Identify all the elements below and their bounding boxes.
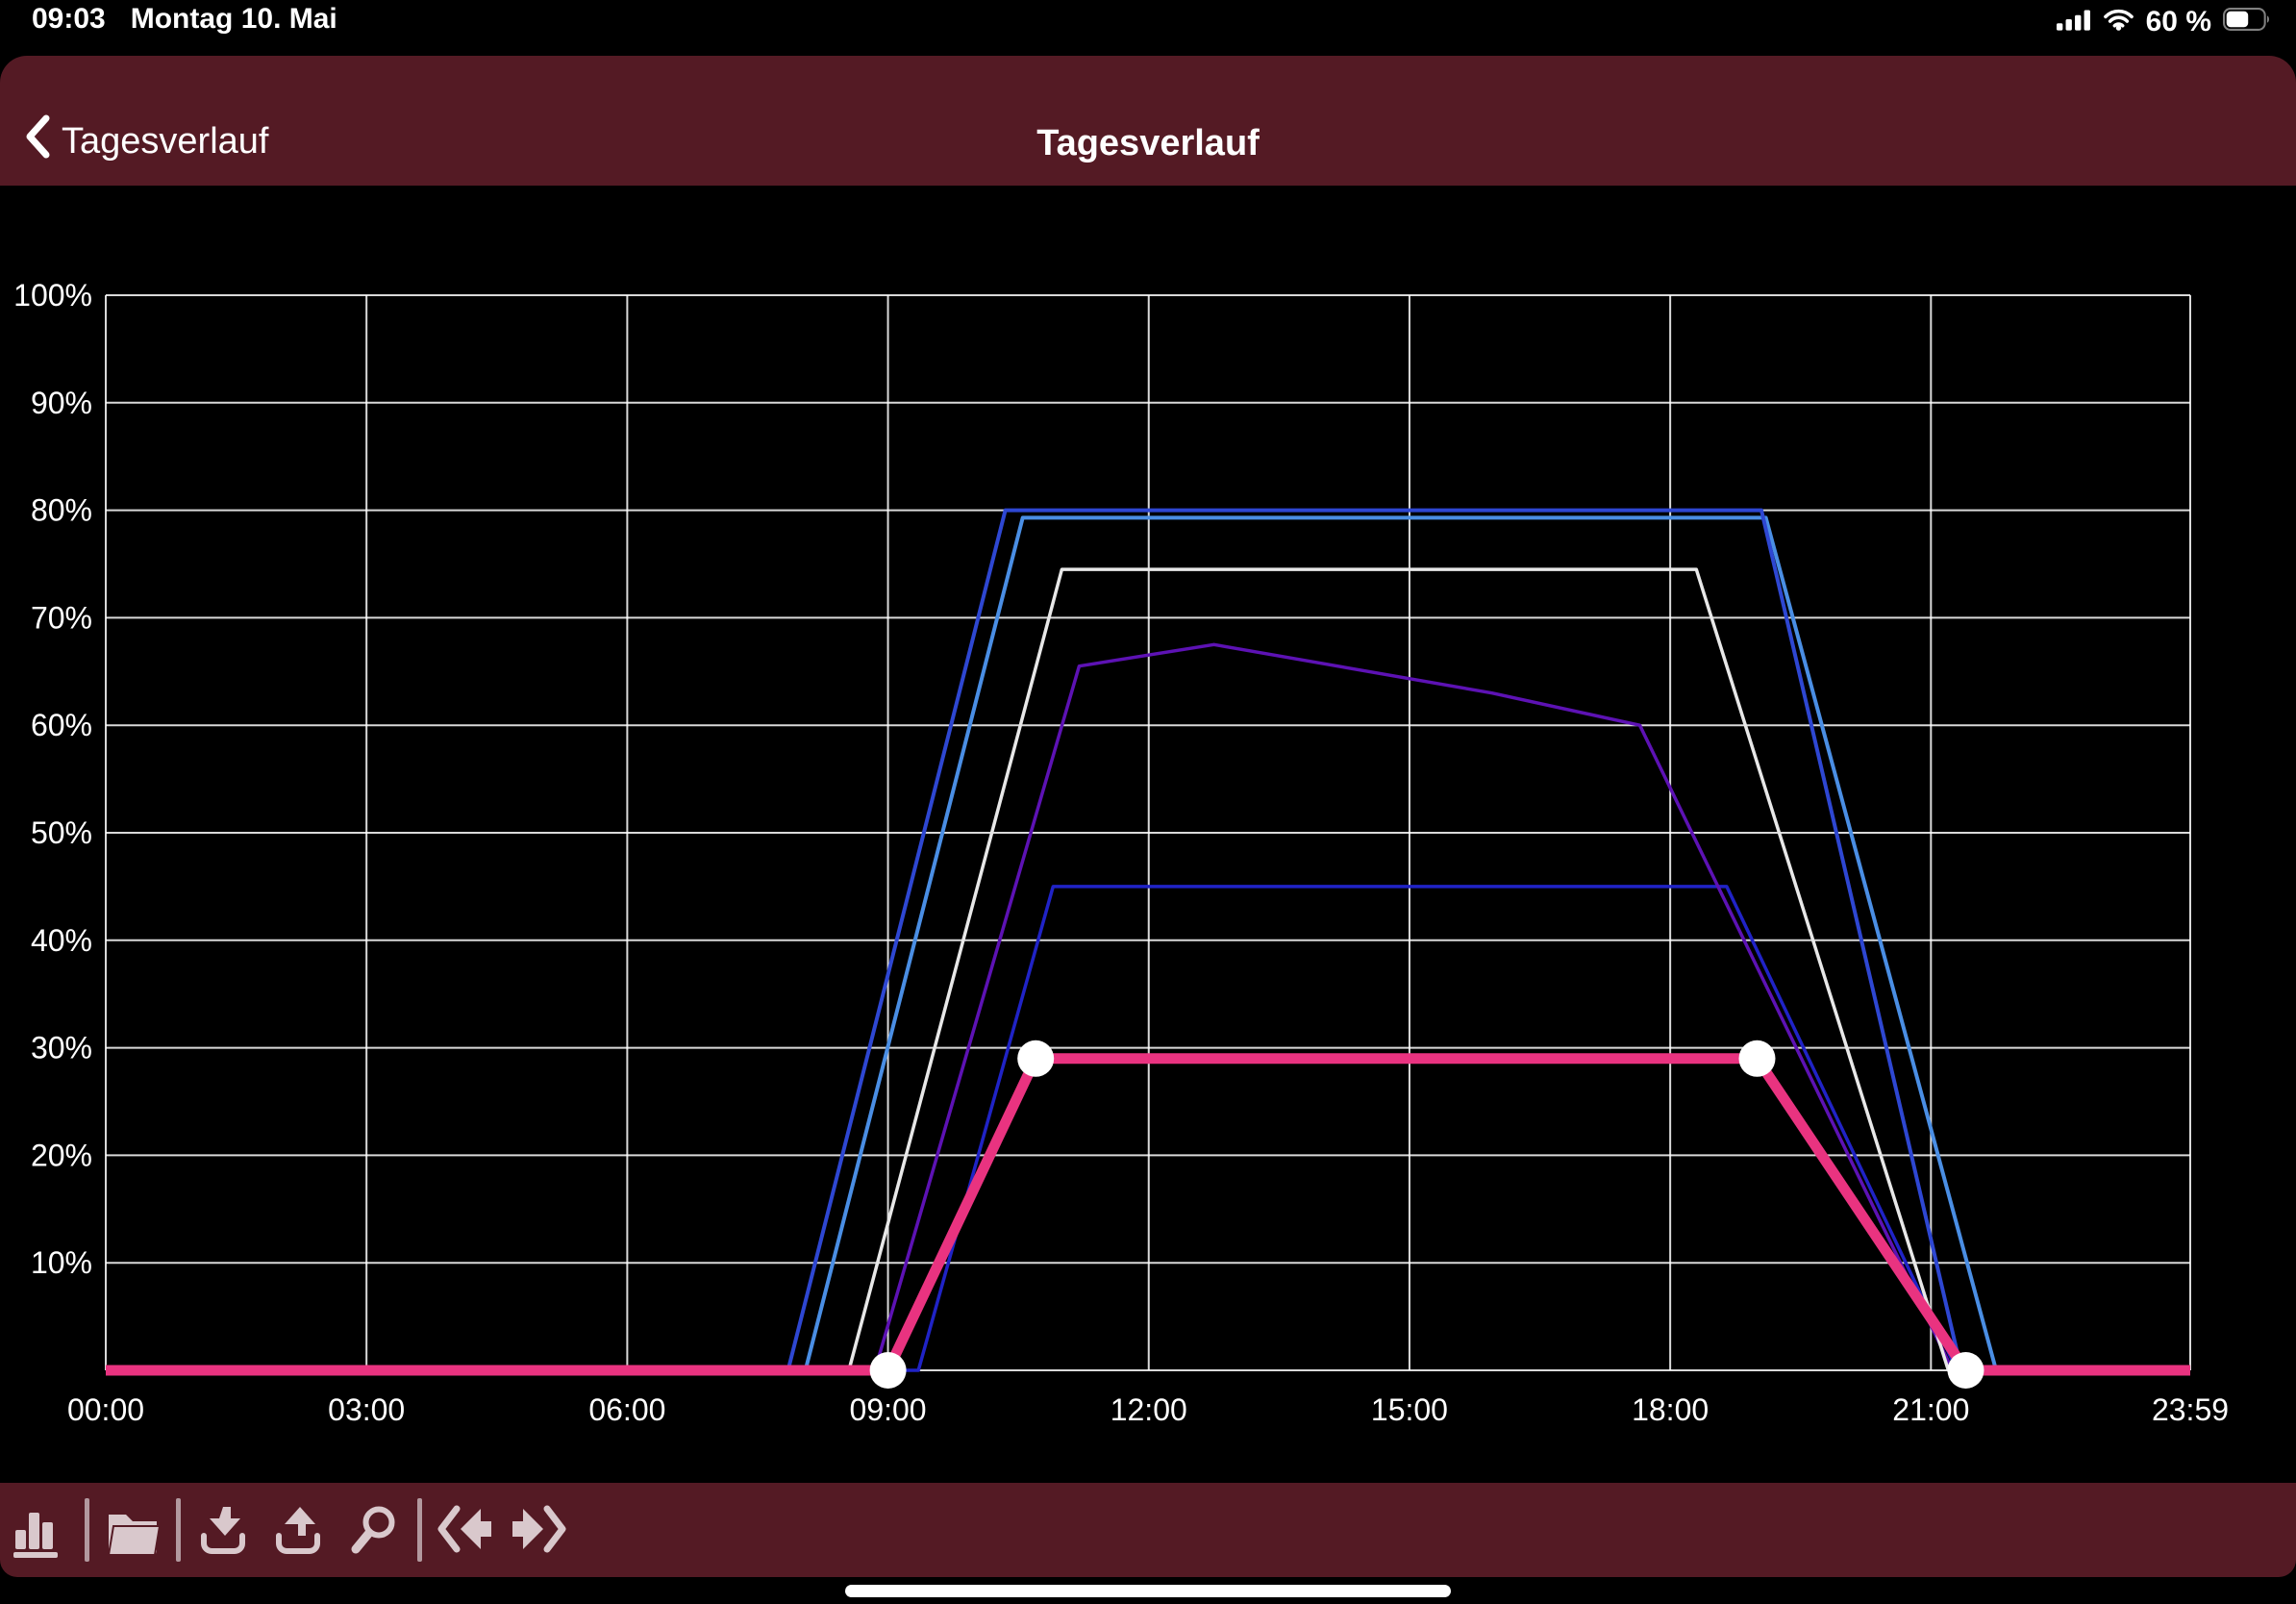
x-axis-label: 03:00: [328, 1392, 405, 1427]
x-axis-label: 00:00: [67, 1392, 144, 1427]
x-axis-label: 21:00: [1892, 1392, 1969, 1427]
back-label: Tagesverlauf: [62, 121, 268, 163]
series-selected-profile-marker[interactable]: [1739, 1040, 1776, 1077]
y-axis-label: 30%: [31, 1031, 92, 1065]
bottom-strip: [0, 1577, 2296, 1604]
zoom-icon: [346, 1501, 402, 1559]
step-forward-icon: [512, 1501, 568, 1559]
status-time: 09:03: [32, 3, 106, 36]
battery-percent: 60 %: [2146, 6, 2211, 38]
x-axis-label: 18:00: [1632, 1392, 1709, 1427]
back-chevron-icon: [25, 114, 50, 168]
step-back-button[interactable]: [428, 1490, 503, 1570]
day-profile-chart[interactable]: 100% 90% 80% 70% 60% 50% 40% 30% 20% 10% 00:00 03:0…: [0, 186, 2296, 1483]
zoom-button[interactable]: [337, 1490, 412, 1570]
series-selected-profile-marker[interactable]: [1017, 1040, 1054, 1077]
export-icon: [271, 1501, 327, 1559]
x-axis-label: 06:00: [588, 1392, 665, 1427]
y-axis-label: 70%: [31, 600, 92, 635]
battery-icon: [2223, 6, 2273, 38]
page-title: Tagesverlauf: [1036, 123, 1260, 164]
toolbar-separator: [417, 1498, 422, 1562]
x-axis-label: 23:59: [2152, 1392, 2229, 1427]
import-button[interactable]: [187, 1490, 262, 1570]
chart-area[interactable]: 100% 90% 80% 70% 60% 50% 40% 30% 20% 10% 00:00 03:0…: [0, 186, 2296, 1483]
x-axis-label: 12:00: [1111, 1392, 1187, 1427]
step-back-icon: [437, 1501, 493, 1559]
x-axis-label: 15:00: [1371, 1392, 1448, 1427]
chart-icon: [13, 1501, 69, 1559]
series-selected-profile-marker[interactable]: [870, 1352, 907, 1389]
chart-button[interactable]: [4, 1490, 79, 1570]
y-axis-label: 90%: [31, 386, 92, 420]
toolbar: [0, 1483, 2296, 1577]
y-axis-label: 10%: [31, 1245, 92, 1280]
status-bar: 09:03 Montag 10. Mai 60 %: [0, 0, 2296, 56]
y-axis-label: 60%: [31, 708, 92, 742]
folder-button[interactable]: [95, 1490, 170, 1570]
y-axis-label: 100%: [13, 278, 92, 313]
toolbar-separator: [85, 1498, 89, 1562]
back-button[interactable]: Tagesverlauf: [25, 114, 268, 168]
status-right: 60 %: [2057, 6, 2273, 38]
wifi-icon: [2103, 6, 2134, 38]
status-left: 09:03 Montag 10. Mai: [32, 3, 337, 36]
y-axis-label: 20%: [31, 1138, 92, 1172]
import-icon: [196, 1501, 252, 1559]
y-axis-label: 80%: [31, 493, 92, 528]
cellular-signal-icon: [2057, 6, 2091, 38]
y-axis-label: 40%: [31, 923, 92, 958]
x-axis-label: 09:00: [850, 1392, 927, 1427]
nav-bar: Tagesverlauf Tagesverlauf: [0, 56, 2296, 186]
home-indicator[interactable]: [845, 1585, 1451, 1597]
series-selected-profile-marker[interactable]: [1948, 1352, 1984, 1389]
step-forward-button[interactable]: [503, 1490, 578, 1570]
y-axis-label: 50%: [31, 815, 92, 850]
export-button[interactable]: [262, 1490, 337, 1570]
screen: 09:03 Montag 10. Mai 60 %: [0, 0, 2296, 1604]
toolbar-separator: [176, 1498, 181, 1562]
status-date: Montag 10. Mai: [131, 3, 337, 36]
folder-icon: [105, 1501, 161, 1559]
